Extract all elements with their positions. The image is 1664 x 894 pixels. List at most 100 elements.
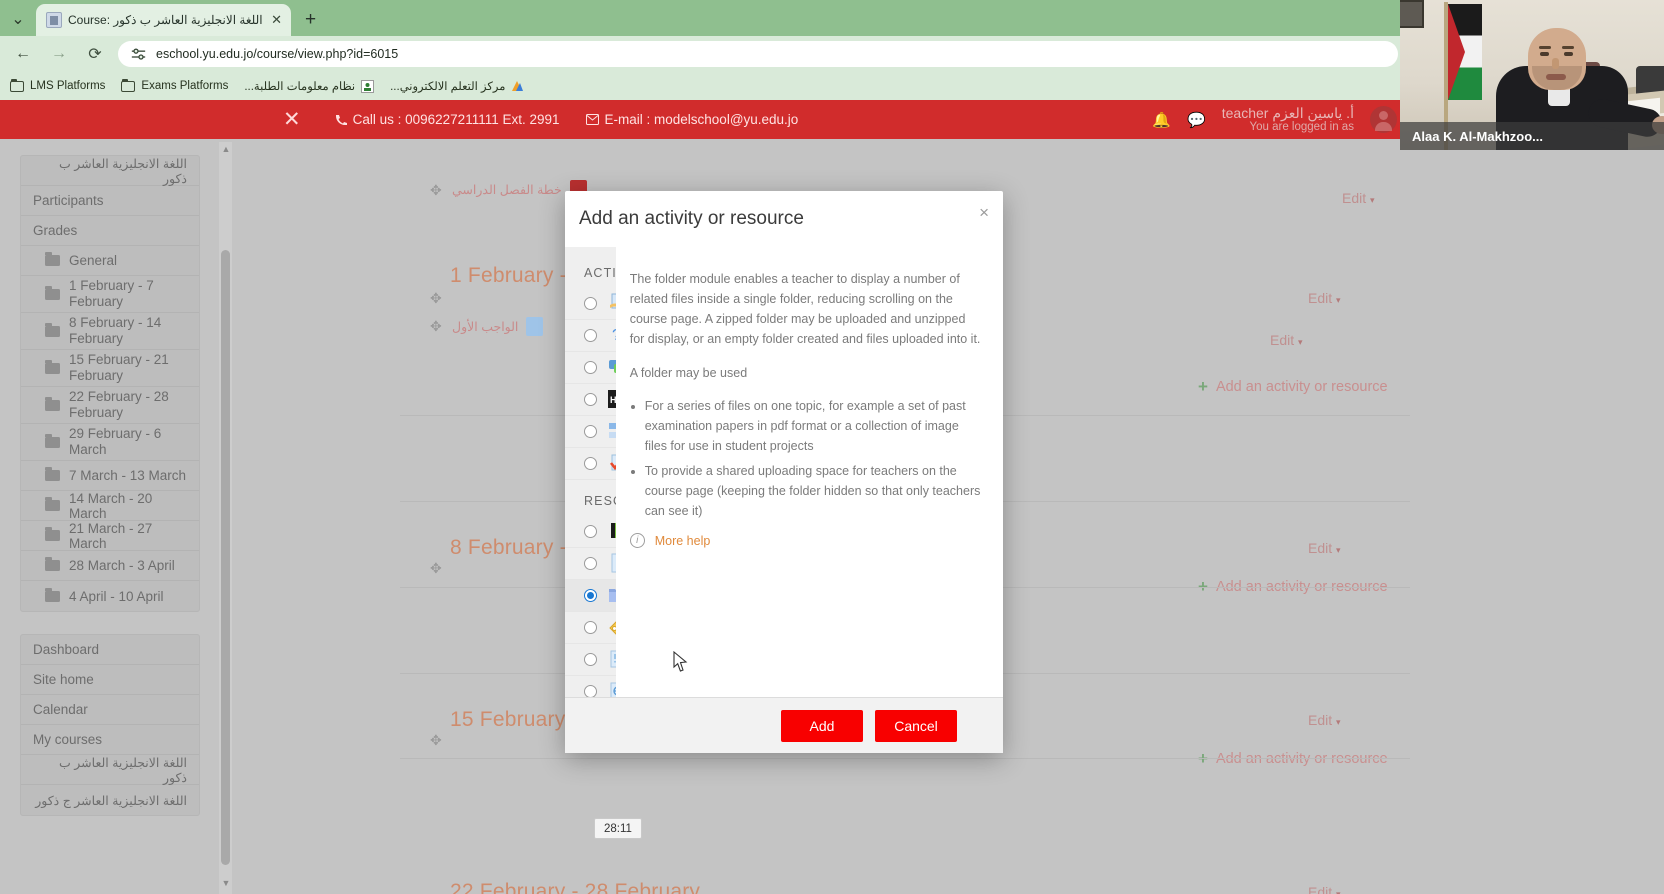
group-heading-activities: ACTIVITIES bbox=[584, 265, 616, 280]
page-scrollbar-thumb[interactable] bbox=[221, 250, 230, 865]
radio-lesson[interactable] bbox=[584, 424, 597, 438]
sidebar-item-week-8feb[interactable]: 8 February - 14 February bbox=[21, 313, 199, 350]
radio-forum[interactable] bbox=[584, 360, 597, 374]
folder-icon bbox=[45, 322, 60, 337]
sidebar-item-week-22feb[interactable]: 22 February - 28 February bbox=[21, 387, 199, 424]
sidebar-item-my-courses[interactable]: My courses bbox=[21, 725, 199, 755]
back-icon[interactable]: ← bbox=[10, 41, 36, 67]
add-button[interactable]: Add bbox=[781, 709, 863, 742]
edit-menu[interactable]: Edit ▾ bbox=[1308, 884, 1341, 894]
avatar[interactable] bbox=[1369, 106, 1397, 133]
browser-tab[interactable]: اللغة الانجليزية العاشر ب ذكور :Course ✕ bbox=[36, 4, 291, 36]
person-eyebrow bbox=[1562, 46, 1574, 49]
radio-book[interactable] bbox=[584, 524, 597, 538]
assignment-icon bbox=[610, 293, 616, 309]
sidebar-item-dashboard[interactable]: Dashboard bbox=[21, 635, 199, 665]
elearning-icon bbox=[512, 80, 524, 91]
bookmark-elearning-center[interactable]: مركز التعلم الالكتروني... bbox=[390, 79, 524, 93]
sidebar-item-participants[interactable]: Participants bbox=[21, 186, 199, 216]
address-bar[interactable]: eschool.yu.edu.jo/course/view.php?id=601… bbox=[118, 41, 1398, 67]
close-icon[interactable]: ✕ bbox=[269, 12, 285, 28]
close-icon[interactable]: ✕ bbox=[283, 109, 301, 130]
option-page[interactable]: Page bbox=[565, 644, 616, 676]
video-participant-overlay[interactable]: Alaa K. Al-Makhzoo... bbox=[1400, 0, 1664, 150]
sidebar-item-course-b[interactable]: اللغة الانجليزية العاشر ب ذكور bbox=[21, 755, 199, 785]
sidebar-item-week-28mar[interactable]: 28 March - 3 April bbox=[21, 551, 199, 581]
resource-label: خطة الفصل الدراسي bbox=[452, 183, 562, 197]
site-settings-icon bbox=[131, 47, 146, 60]
move-handle-icon[interactable]: ✥ bbox=[430, 290, 442, 307]
folder-icon bbox=[45, 557, 60, 571]
radio-file[interactable] bbox=[584, 556, 597, 570]
option-lesson[interactable]: Lesson bbox=[565, 416, 616, 448]
option-interactive-content[interactable]: H5P Interactive Content bbox=[565, 384, 616, 416]
option-choice[interactable]: ? Choice bbox=[565, 320, 616, 352]
radio-interactive-content[interactable] bbox=[584, 392, 597, 406]
sidebar-item-label: 29 February - 6 March bbox=[69, 426, 162, 457]
folder-icon bbox=[45, 467, 60, 481]
bookmark-label: مركز التعلم الالكتروني... bbox=[390, 81, 506, 93]
radio-folder[interactable] bbox=[584, 588, 597, 602]
option-file[interactable]: File bbox=[565, 548, 616, 580]
description-bullet: For a series of files on one topic, for … bbox=[645, 396, 981, 457]
radio-url[interactable] bbox=[584, 684, 597, 698]
radio-page[interactable] bbox=[584, 652, 597, 666]
sidebar-item-week-1feb[interactable]: 1 February - 7 February bbox=[21, 276, 199, 313]
radio-label[interactable] bbox=[584, 620, 597, 634]
sidebar-item-week-29feb[interactable]: 29 February - 6 March bbox=[21, 424, 199, 461]
reload-icon[interactable]: ⟳ bbox=[82, 41, 108, 67]
option-folder[interactable]: Folder bbox=[565, 579, 616, 612]
envelope-icon bbox=[585, 114, 599, 125]
chevron-down-icon: ▾ bbox=[1336, 295, 1341, 305]
user-menu[interactable]: teacher أ. ياسين العزم You are logged in… bbox=[1222, 105, 1354, 134]
lesson-icon bbox=[609, 423, 616, 439]
sidebar-item-label: 1 February - 7 February bbox=[69, 278, 154, 309]
sidebar-item-week-14mar[interactable]: 14 March - 20 March bbox=[21, 491, 199, 521]
sidebar-item-general[interactable]: General bbox=[21, 246, 199, 276]
sidebar-item-week-15feb[interactable]: 15 February - 21 February bbox=[21, 350, 199, 387]
new-tab-button[interactable]: + bbox=[297, 6, 325, 34]
url-icon bbox=[610, 682, 616, 698]
sidebar-item-course[interactable]: اللغة الانجليزية العاشر ب ذكور bbox=[21, 156, 199, 186]
sidebar-item-week-7mar[interactable]: 7 March - 13 March bbox=[21, 461, 199, 491]
tab-favicon-icon bbox=[46, 12, 62, 28]
more-help-link[interactable]: i More help bbox=[629, 533, 981, 549]
sidebar-item-label: اللغة الانجليزية العاشر ب ذكور bbox=[59, 755, 187, 785]
participant-name: Alaa K. Al-Makhzoo... bbox=[1412, 128, 1543, 144]
radio-choice[interactable] bbox=[584, 328, 597, 342]
option-quiz[interactable]: Quiz bbox=[565, 448, 616, 480]
sidebar-item-week-4apr[interactable]: 4 April - 10 April bbox=[21, 581, 199, 611]
bookmark-student-info[interactable]: نظام معلومات الطلبة... bbox=[244, 79, 375, 93]
radio-quiz[interactable] bbox=[584, 456, 597, 470]
cancel-button[interactable]: Cancel bbox=[875, 709, 957, 742]
palestinian-flag-icon bbox=[1448, 4, 1482, 100]
bell-icon[interactable]: 🔔 bbox=[1152, 111, 1171, 129]
close-icon[interactable]: × bbox=[979, 203, 989, 223]
description-paragraph-1: The folder module enables a teacher to d… bbox=[629, 271, 981, 347]
folder-icon bbox=[45, 433, 60, 448]
option-forum[interactable]: Forum bbox=[565, 352, 616, 384]
option-assignment[interactable]: Assignment bbox=[565, 288, 616, 320]
site-nav-group: Dashboard Site home Calendar My courses … bbox=[20, 634, 200, 816]
sidebar-item-site-home[interactable]: Site home bbox=[21, 665, 199, 695]
scroll-down-icon[interactable]: ▼ bbox=[221, 878, 231, 888]
sidebar-item-course-c[interactable]: اللغة الانجليزية العاشر ج ذكور bbox=[21, 785, 199, 815]
status-badge-timer: 28:11 bbox=[594, 818, 642, 839]
tab-search-button[interactable]: ⌄ bbox=[0, 2, 36, 36]
option-book[interactable]: Book bbox=[565, 516, 616, 548]
forward-icon[interactable]: → bbox=[46, 41, 72, 67]
sidebar-item-grades[interactable]: Grades bbox=[21, 216, 199, 246]
radio-assignment[interactable] bbox=[584, 296, 597, 310]
scroll-up-icon[interactable]: ▲ bbox=[221, 144, 231, 154]
option-label[interactable]: Label bbox=[565, 612, 616, 644]
sidebar-item-label: 14 March - 20 March bbox=[69, 490, 153, 521]
edit-menu[interactable]: Edit ▾ bbox=[1308, 290, 1341, 306]
bookmark-lms-platforms[interactable]: LMS Platforms bbox=[10, 78, 105, 92]
sidebar-item-calendar[interactable]: Calendar bbox=[21, 695, 199, 725]
sidebar-item-week-21mar[interactable]: 21 March - 27 March bbox=[21, 521, 199, 551]
bookmark-exams-platforms[interactable]: Exams Platforms bbox=[121, 78, 228, 92]
move-handle-icon[interactable]: ✥ bbox=[430, 182, 442, 199]
activity-chooser-list: ACTIVITIES Assignment ? Choice bbox=[565, 246, 616, 698]
option-url[interactable]: URL bbox=[565, 676, 616, 698]
message-icon[interactable]: 💬 bbox=[1187, 111, 1206, 129]
